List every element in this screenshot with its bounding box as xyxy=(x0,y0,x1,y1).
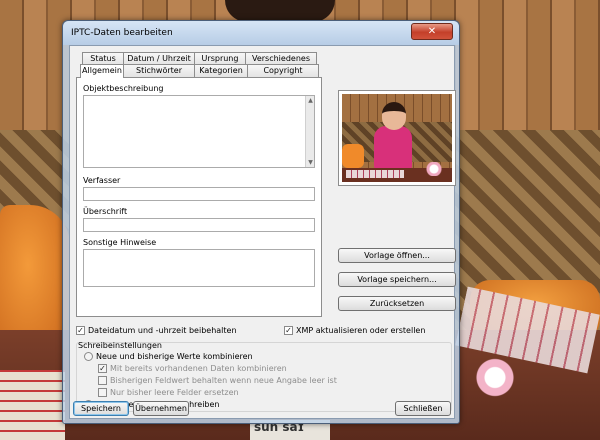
preview-photo xyxy=(342,94,452,182)
objektbeschreibung-label: Objektbeschreibung xyxy=(83,84,164,93)
keep-old-if-empty-label: Bisherigen Feldwert behalten wenn neue A… xyxy=(110,376,337,385)
preview-pillow xyxy=(342,144,364,168)
verfasser-input[interactable] xyxy=(83,187,315,201)
window-title: IPTC-Daten bearbeiten xyxy=(71,28,173,38)
combine-values-radio[interactable]: Neue und bisherige Werte kombinieren xyxy=(84,352,253,361)
sonstige-hinweise-textarea[interactable] xyxy=(83,249,315,287)
preview-stamp-sheets xyxy=(346,170,404,178)
verfasser-label: Verfasser xyxy=(83,176,121,185)
dialog-client-area: Status Datum / Uhrzeit Ursprung Verschie… xyxy=(69,45,456,419)
tab-panel-allgemein: Objektbeschreibung ▲ ▼ Verfasser Übersch… xyxy=(76,77,322,317)
close-window-button[interactable]: ✕ xyxy=(411,23,453,40)
close-icon: ✕ xyxy=(427,26,437,37)
checkbox-checked-icon: ✓ xyxy=(284,326,293,335)
update-xmp-checkbox[interactable]: ✓ XMP aktualisieren oder erstellen xyxy=(284,326,425,335)
checkbox-unchecked-icon xyxy=(98,376,107,385)
preview-person-body xyxy=(374,126,412,170)
keep-file-date-checkbox[interactable]: ✓ Dateidatum und -uhrzeit beibehalten xyxy=(76,326,237,335)
combine-values-label: Neue und bisherige Werte kombinieren xyxy=(96,352,253,361)
title-bar[interactable]: IPTC-Daten bearbeiten ✕ xyxy=(63,21,459,45)
tab-copyright[interactable]: Copyright xyxy=(247,64,319,77)
preview-person-head xyxy=(382,102,406,130)
radio-off-icon xyxy=(84,352,93,361)
update-xmp-label: XMP aktualisieren oder erstellen xyxy=(296,326,426,335)
ueberschrift-input[interactable] xyxy=(83,218,315,232)
reset-button[interactable]: Zurücksetzen xyxy=(338,296,456,311)
iptc-dialog: IPTC-Daten bearbeiten ✕ Status Datum / U… xyxy=(62,20,460,424)
ueberschrift-label: Überschrift xyxy=(83,207,128,216)
person-head-silhouette xyxy=(225,0,335,22)
preview-flowers xyxy=(424,162,444,176)
checkbox-checked-icon: ✓ xyxy=(76,326,85,335)
tab-kategorien[interactable]: Kategorien xyxy=(194,64,248,77)
flower-decoration xyxy=(470,355,520,400)
image-preview xyxy=(338,90,456,186)
scroll-down-arrow-icon[interactable]: ▼ xyxy=(307,159,314,166)
only-empty-checkbox[interactable]: Nur bisher leere Felder ersetzen xyxy=(98,388,239,397)
save-button[interactable]: Speichern xyxy=(73,401,129,416)
tab-stichwoerter[interactable]: Stichwörter xyxy=(123,64,195,77)
save-template-button[interactable]: Vorlage speichern... xyxy=(338,272,456,287)
textarea-scrollbar[interactable]: ▲ ▼ xyxy=(305,96,314,167)
checkbox-unchecked-icon xyxy=(98,388,107,397)
combine-existing-label: Mit bereits vorhandenen Daten kombiniere… xyxy=(110,364,287,373)
magazine-left xyxy=(0,370,65,440)
keep-file-date-label: Dateidatum und -uhrzeit beibehalten xyxy=(88,326,237,335)
objektbeschreibung-textarea[interactable]: ▲ ▼ xyxy=(83,95,315,168)
combine-existing-checkbox[interactable]: ✓ Mit bereits vorhandenen Daten kombinie… xyxy=(98,364,287,373)
keep-old-if-empty-checkbox[interactable]: Bisherigen Feldwert behalten wenn neue A… xyxy=(98,376,337,385)
write-settings-label: Schreibeinstellungen xyxy=(78,341,162,350)
open-template-button[interactable]: Vorlage öffnen... xyxy=(338,248,456,263)
checkbox-checked-icon: ✓ xyxy=(98,364,107,373)
tab-allgemein[interactable]: Allgemein xyxy=(80,64,124,78)
close-button[interactable]: Schließen xyxy=(395,401,451,416)
apply-button[interactable]: Übernehmen xyxy=(133,401,189,416)
only-empty-label: Nur bisher leere Felder ersetzen xyxy=(110,388,239,397)
scroll-up-arrow-icon[interactable]: ▲ xyxy=(307,97,314,104)
sonstige-hinweise-label: Sonstige Hinweise xyxy=(83,238,157,247)
tab-row-front: Allgemein Stichwörter Kategorien Copyrig… xyxy=(80,64,319,78)
